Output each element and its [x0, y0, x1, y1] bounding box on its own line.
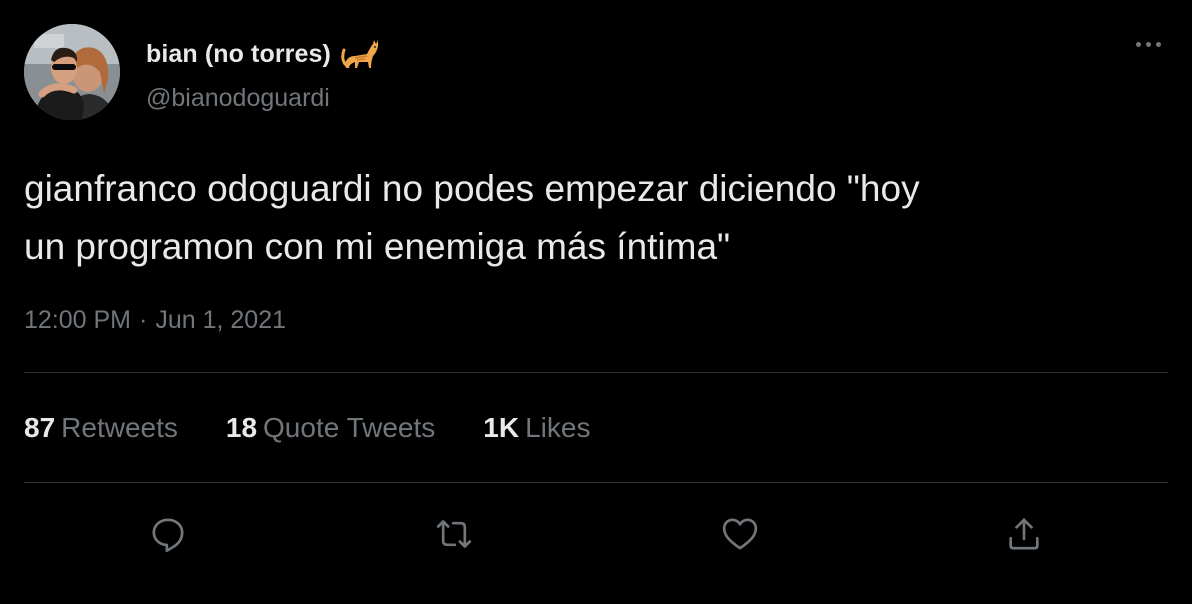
quote-tweets-stat[interactable]: 18 Quote Tweets [226, 412, 435, 444]
tweet-time: 12:00 PM [24, 306, 132, 334]
retweets-label: Retweets [61, 412, 178, 443]
heart-icon [722, 518, 758, 550]
share-button[interactable] [998, 508, 1050, 560]
like-button[interactable] [714, 508, 766, 560]
divider [24, 372, 1168, 373]
more-dot [1145, 41, 1151, 47]
retweets-stat[interactable]: 87 Retweets [24, 412, 178, 444]
quote-tweets-label: Quote Tweets [263, 412, 436, 443]
likes-label: Likes [525, 412, 591, 443]
avatar[interactable] [24, 24, 120, 120]
quote-tweets-count: 18 [225, 412, 258, 443]
retweet-button[interactable] [428, 508, 480, 560]
share-icon [1009, 518, 1039, 550]
more-dot [1155, 41, 1161, 47]
more-dot [1135, 41, 1141, 47]
retweets-count: 87 [24, 412, 56, 443]
tweet-date: Jun 1, 2021 [155, 306, 287, 334]
likes-count: 1K [483, 412, 520, 443]
author-handle[interactable]: @bianodoguardi [146, 84, 330, 113]
likes-stat[interactable]: 1K Likes [483, 412, 590, 444]
meta-separator: · [139, 306, 148, 334]
more-options-icon[interactable] [1128, 32, 1168, 56]
author-name-row: bian (no torres) [146, 34, 381, 74]
avatar-photo [24, 24, 120, 120]
retweet-icon [436, 520, 472, 548]
tweet-timestamp[interactable]: 12:00 PM · Jun 1, 2021 [24, 306, 286, 335]
author-display-name[interactable]: bian (no torres) [146, 40, 331, 69]
tweet-stats: 87 Retweets 18 Quote Tweets 1K Likes [24, 412, 590, 444]
tweet-detail: bian (no torres) @bianodoguardi gianfran… [0, 0, 1192, 604]
cat-emoji-icon [341, 34, 381, 74]
divider [24, 482, 1168, 483]
reply-icon [152, 518, 184, 552]
tweet-text: gianfranco odoguardi no podes empezar di… [24, 168, 920, 267]
reply-button[interactable] [142, 508, 194, 560]
